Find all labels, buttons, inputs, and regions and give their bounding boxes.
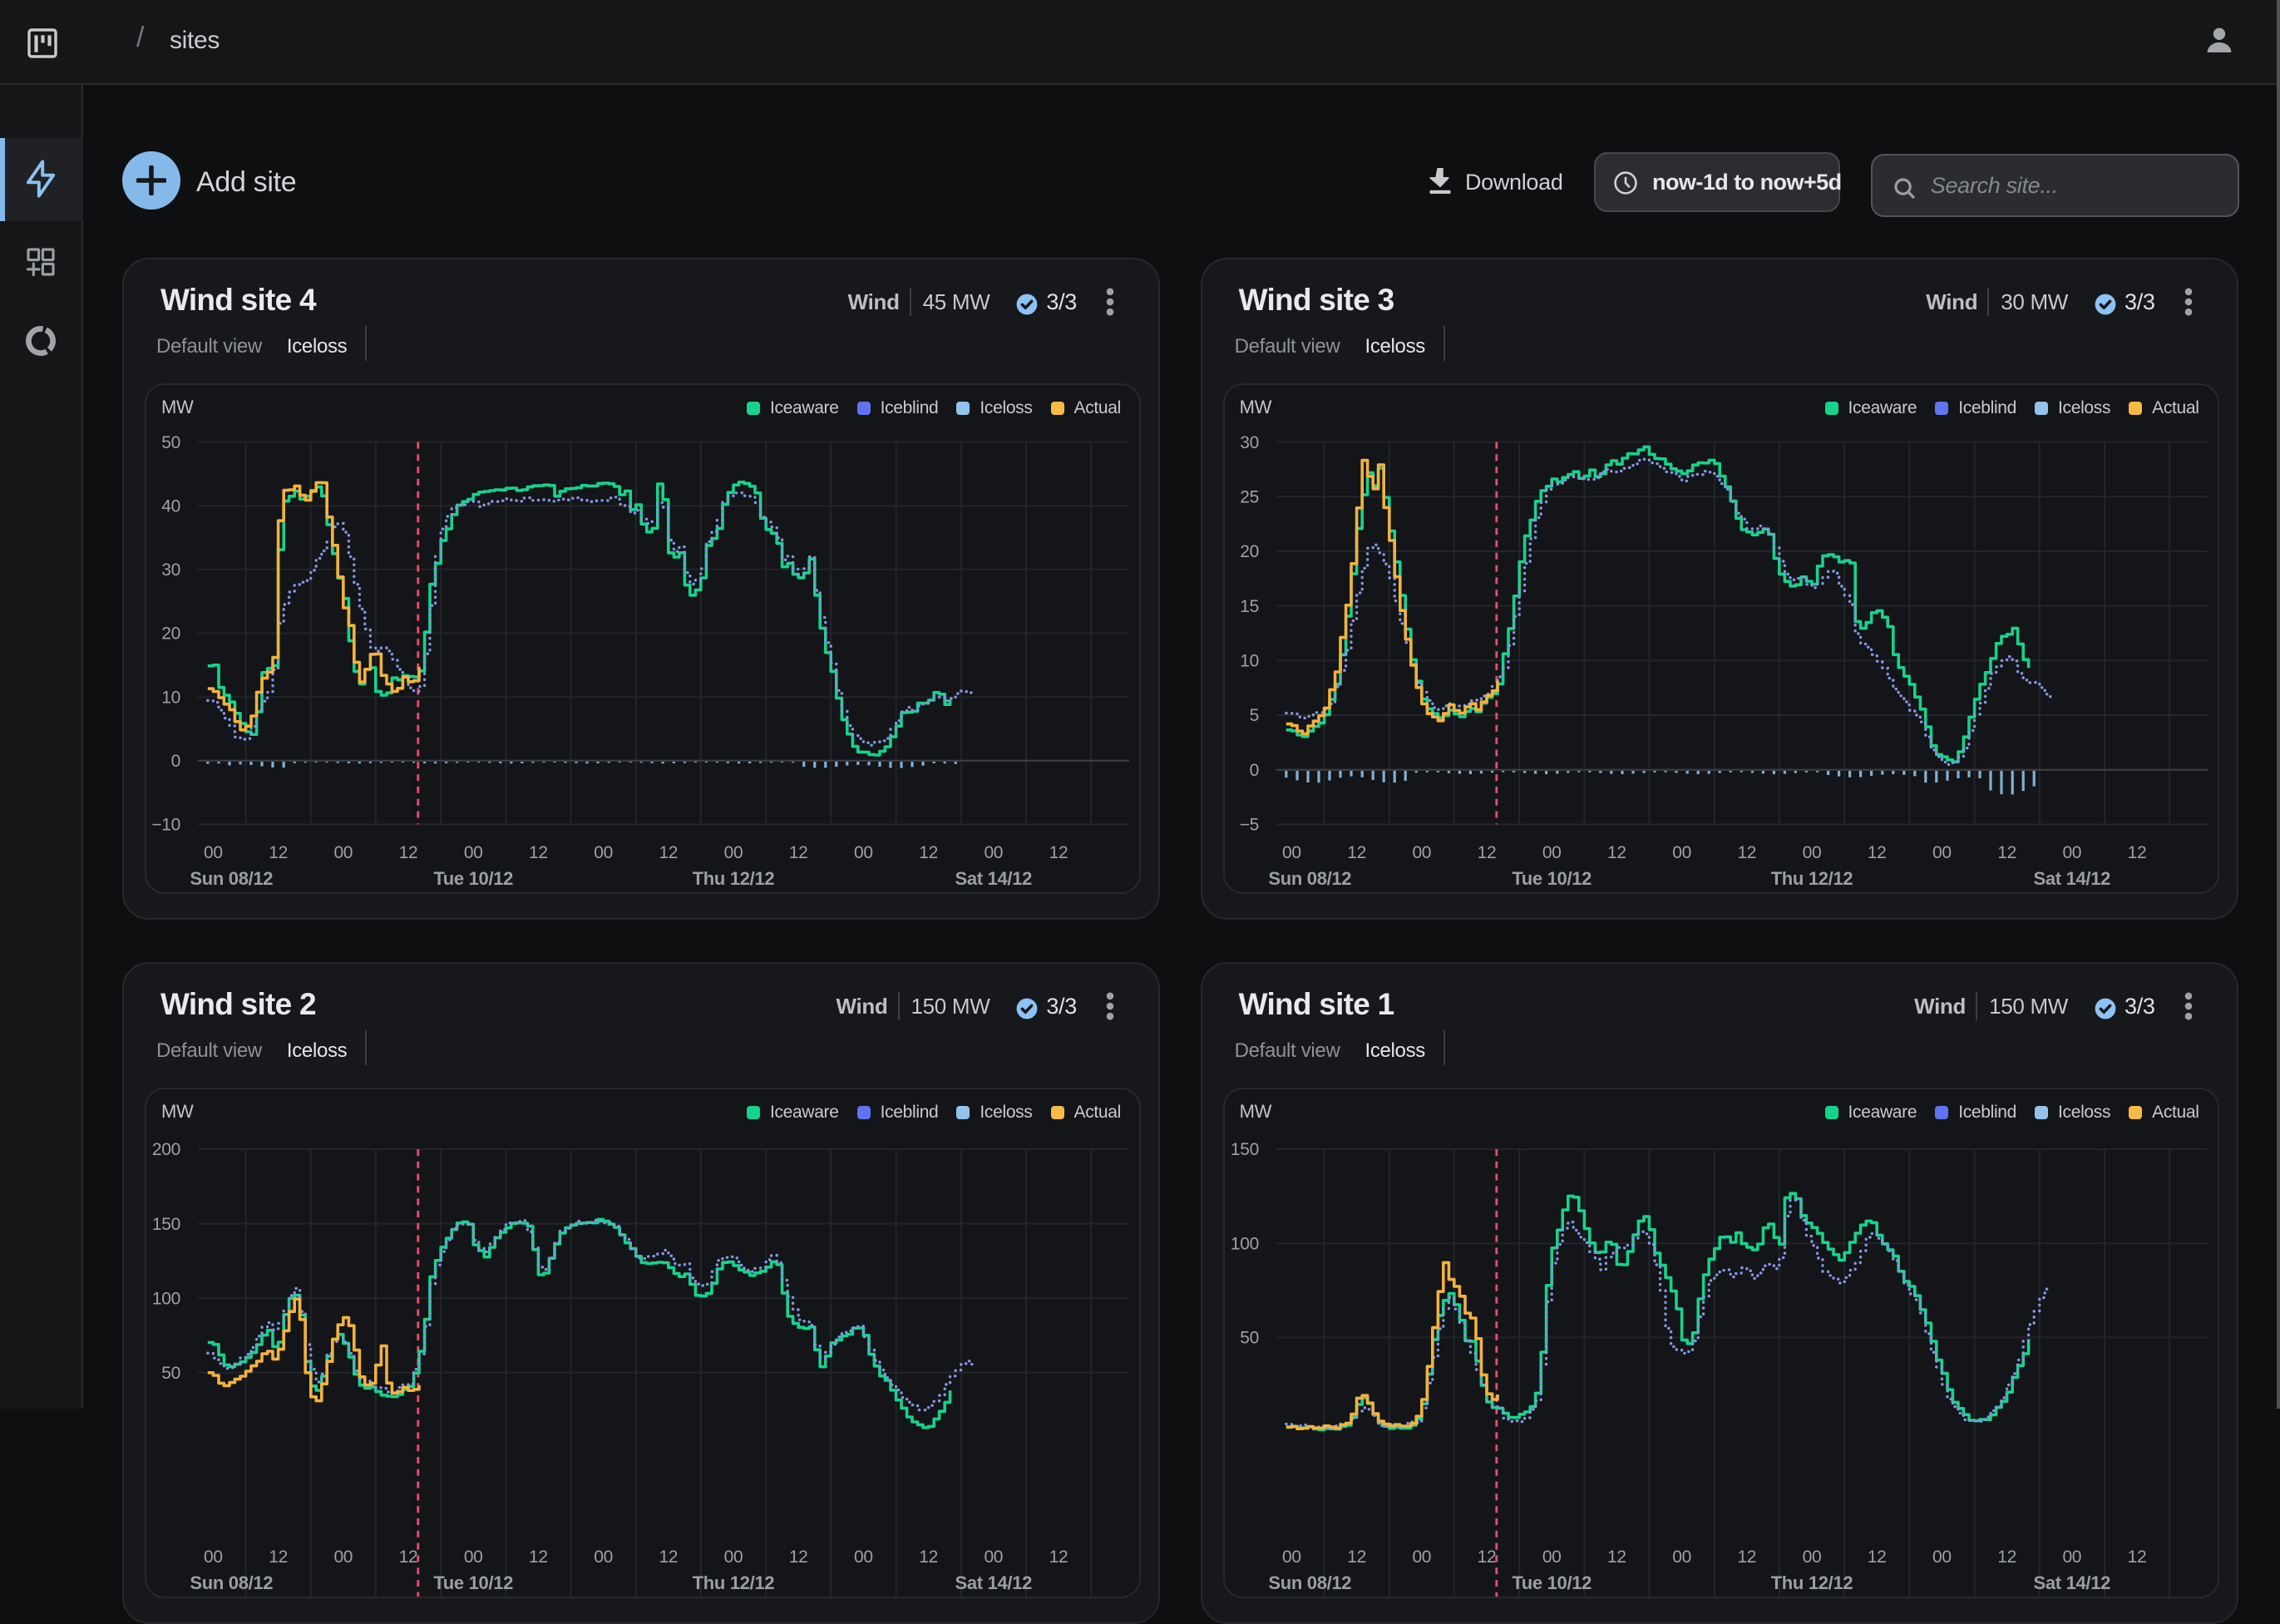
svg-text:00: 00	[1802, 1547, 1821, 1567]
svg-text:Sat 14/12: Sat 14/12	[2033, 1572, 2110, 1593]
svg-text:12: 12	[1607, 1547, 1626, 1567]
svg-text:Sat 14/12: Sat 14/12	[955, 1572, 1033, 1593]
svg-text:50: 50	[1240, 1329, 1259, 1348]
svg-text:50: 50	[161, 1364, 180, 1383]
svg-text:12: 12	[1347, 1547, 1366, 1567]
svg-text:00: 00	[1672, 1547, 1691, 1567]
svg-text:12: 12	[529, 843, 548, 862]
svg-text:00: 00	[464, 1547, 483, 1567]
svg-text:00: 00	[1932, 843, 1952, 862]
svg-text:00: 00	[1672, 843, 1691, 862]
svg-text:15: 15	[1240, 597, 1259, 616]
svg-text:00: 00	[724, 843, 743, 862]
svg-text:00: 00	[854, 843, 873, 862]
svg-text:00: 00	[1282, 843, 1301, 862]
svg-text:10: 10	[1240, 651, 1259, 670]
svg-text:00: 00	[2062, 843, 2081, 862]
svg-text:00: 00	[1412, 843, 1431, 862]
svg-text:12: 12	[1607, 843, 1626, 862]
svg-text:20: 20	[161, 624, 180, 644]
svg-text:Sat 14/12: Sat 14/12	[955, 868, 1033, 889]
svg-text:40: 40	[161, 496, 180, 516]
svg-text:Tue 10/12: Tue 10/12	[433, 1572, 513, 1593]
svg-text:150: 150	[1231, 1140, 1259, 1159]
svg-text:Tue 10/12: Tue 10/12	[1512, 868, 1592, 889]
svg-text:00: 00	[984, 1547, 1003, 1567]
svg-text:00: 00	[1542, 1547, 1561, 1567]
svg-text:00: 00	[1412, 1547, 1431, 1567]
svg-text:Sun 08/12: Sun 08/12	[1268, 1572, 1351, 1593]
svg-text:100: 100	[152, 1289, 180, 1308]
svg-text:−5: −5	[1239, 816, 1258, 835]
svg-text:150: 150	[152, 1215, 180, 1234]
svg-text:12: 12	[789, 843, 808, 862]
svg-text:Thu 12/12: Thu 12/12	[693, 1572, 775, 1593]
svg-text:12: 12	[919, 843, 938, 862]
svg-text:00: 00	[2062, 1547, 2081, 1567]
svg-text:00: 00	[333, 1547, 353, 1567]
svg-text:12: 12	[1477, 1547, 1496, 1567]
svg-text:00: 00	[1542, 843, 1561, 862]
svg-text:12: 12	[1867, 843, 1886, 862]
svg-text:0: 0	[1249, 761, 1258, 780]
svg-text:12: 12	[269, 1547, 288, 1567]
svg-text:00: 00	[204, 1547, 223, 1567]
svg-text:5: 5	[1249, 706, 1258, 725]
svg-text:12: 12	[1049, 843, 1068, 862]
svg-text:00: 00	[333, 843, 353, 862]
svg-text:00: 00	[594, 1547, 613, 1567]
svg-text:Tue 10/12: Tue 10/12	[1512, 1572, 1592, 1593]
svg-text:12: 12	[789, 1547, 808, 1567]
svg-text:12: 12	[2127, 1547, 2146, 1567]
svg-text:200: 200	[152, 1140, 180, 1159]
svg-text:12: 12	[2127, 843, 2146, 862]
svg-text:12: 12	[399, 1547, 418, 1567]
svg-text:25: 25	[1240, 487, 1259, 506]
svg-text:Thu 12/12: Thu 12/12	[1770, 1572, 1853, 1593]
svg-text:00: 00	[594, 843, 613, 862]
svg-text:00: 00	[1802, 843, 1821, 862]
svg-text:12: 12	[529, 1547, 548, 1567]
svg-text:12: 12	[919, 1547, 938, 1567]
svg-text:Thu 12/12: Thu 12/12	[693, 868, 775, 889]
svg-text:12: 12	[1347, 843, 1366, 862]
svg-text:00: 00	[984, 843, 1003, 862]
svg-text:Sun 08/12: Sun 08/12	[190, 868, 273, 889]
svg-text:−10: −10	[151, 816, 180, 835]
svg-text:0: 0	[171, 752, 180, 771]
svg-text:12: 12	[1477, 843, 1496, 862]
svg-text:00: 00	[464, 843, 483, 862]
svg-text:30: 30	[161, 560, 180, 580]
svg-text:12: 12	[269, 843, 288, 862]
svg-text:12: 12	[1997, 1547, 2016, 1567]
svg-text:10: 10	[161, 688, 180, 707]
svg-text:00: 00	[204, 843, 223, 862]
svg-text:Sun 08/12: Sun 08/12	[190, 1572, 273, 1593]
svg-text:12: 12	[659, 1547, 678, 1567]
svg-text:20: 20	[1240, 542, 1259, 561]
svg-text:12: 12	[1737, 843, 1756, 862]
svg-text:12: 12	[1997, 843, 2016, 862]
svg-text:Tue 10/12: Tue 10/12	[433, 868, 513, 889]
svg-text:Sun 08/12: Sun 08/12	[1268, 868, 1351, 889]
svg-text:30: 30	[1240, 433, 1259, 452]
svg-text:Thu 12/12: Thu 12/12	[1770, 868, 1853, 889]
svg-text:00: 00	[724, 1547, 743, 1567]
svg-text:12: 12	[1049, 1547, 1068, 1567]
svg-text:Sat 14/12: Sat 14/12	[2033, 868, 2110, 889]
svg-text:00: 00	[854, 1547, 873, 1567]
svg-text:12: 12	[1737, 1547, 1756, 1567]
svg-text:12: 12	[659, 843, 678, 862]
svg-text:12: 12	[399, 843, 418, 862]
svg-text:00: 00	[1282, 1547, 1301, 1567]
svg-text:50: 50	[161, 433, 180, 452]
svg-text:100: 100	[1231, 1234, 1259, 1253]
svg-text:00: 00	[1932, 1547, 1952, 1567]
svg-text:12: 12	[1867, 1547, 1886, 1567]
